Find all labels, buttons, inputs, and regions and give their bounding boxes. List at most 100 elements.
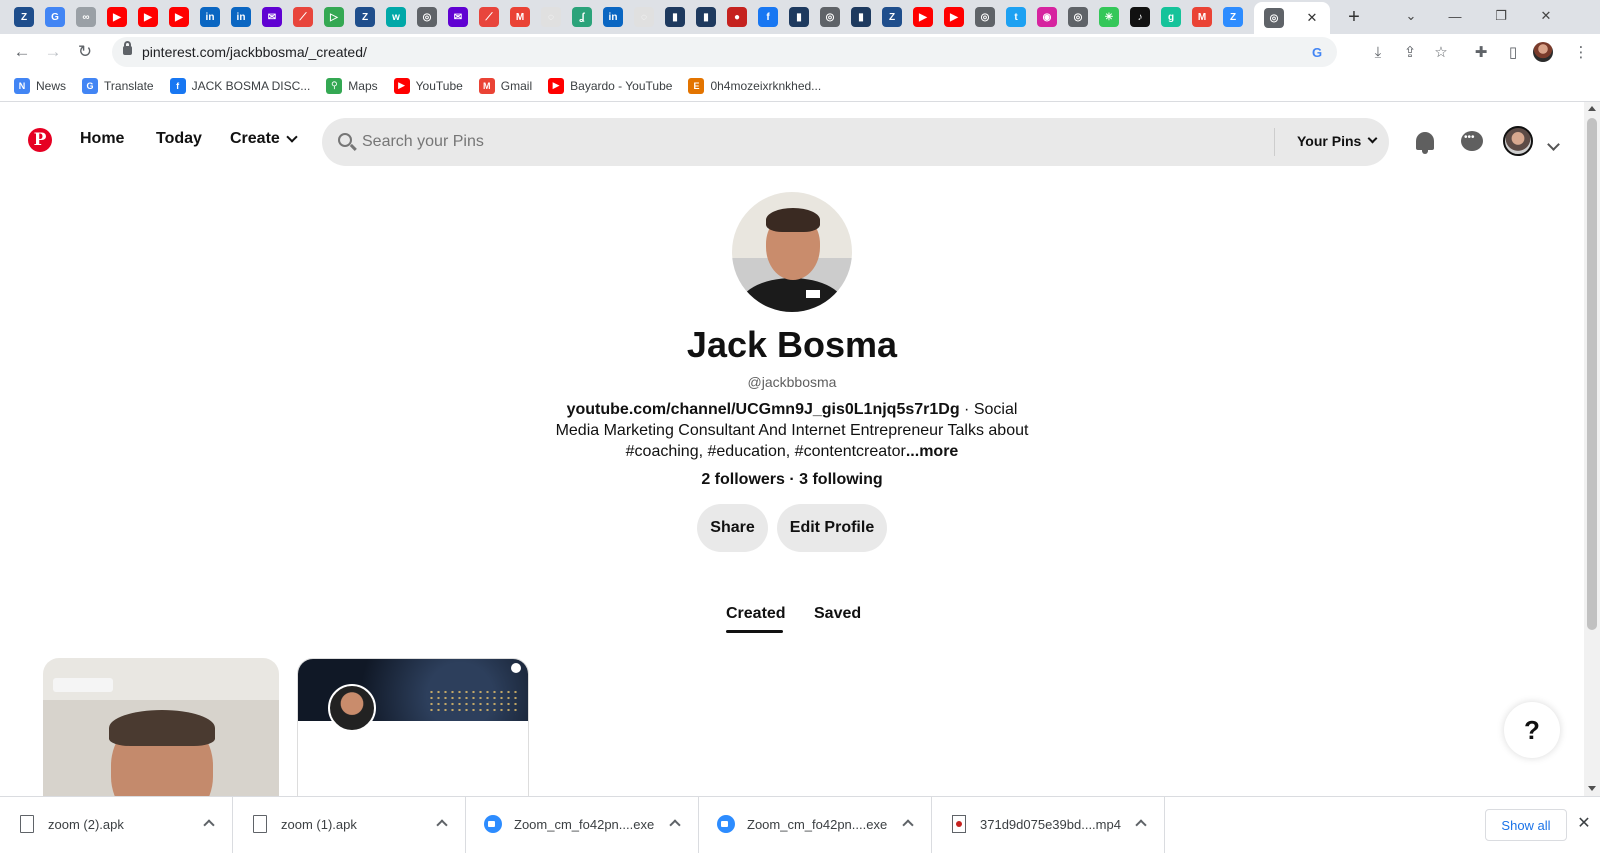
gmail-tab-icon[interactable]: M <box>510 7 530 27</box>
nav-today[interactable]: Today <box>156 130 202 148</box>
bookmark-item[interactable]: M Gmail <box>478 77 532 94</box>
extensions-puzzle-icon[interactable]: ✚ <box>1470 41 1492 63</box>
zoom-meeting-tab-icon[interactable]: Z <box>355 7 375 27</box>
restore-button[interactable]: ❐ <box>1488 4 1514 28</box>
download-item[interactable]: 371d9d075e39bd....mp4 <box>932 797 1165 853</box>
messages-icon[interactable] <box>1459 128 1485 154</box>
back-button[interactable]: ← <box>10 40 34 64</box>
dark-tab-icon[interactable]: ▮ <box>665 7 685 27</box>
download-item[interactable]: zoom (1).apk <box>233 797 466 853</box>
scroll-thumb[interactable] <box>1587 118 1597 630</box>
minimize-button[interactable]: — <box>1442 4 1468 28</box>
yahoo-mail-tab-icon[interactable]: ✉ <box>262 7 282 27</box>
link-tab-icon[interactable]: ∞ <box>76 7 96 27</box>
dark-tab-icon[interactable]: ▮ <box>696 7 716 27</box>
download-item[interactable]: Zoom_cm_fo42pn....exe <box>466 797 699 853</box>
dark-tab-icon[interactable]: ▮ <box>851 7 871 27</box>
forward-button[interactable]: → <box>41 40 65 64</box>
bookmark-item[interactable]: ▶ Bayardo - YouTube <box>548 77 672 94</box>
url-text[interactable]: pinterest.com/jackbbosma/_created/ <box>142 44 367 60</box>
install-app-icon[interactable]: ⤓ <box>1367 41 1389 63</box>
youtube-tab-icon[interactable]: ▶ <box>138 7 158 27</box>
share-page-icon[interactable]: ⇪ <box>1399 41 1421 63</box>
help-button[interactable]: ? <box>1504 702 1560 758</box>
chrome-tab-icon[interactable]: ◎ <box>417 7 437 27</box>
side-panel-icon[interactable]: ▯ <box>1502 41 1524 63</box>
tiktok-tab-icon[interactable]: ♪ <box>1130 7 1150 27</box>
youtube-tab-icon[interactable]: ▶ <box>944 7 964 27</box>
zoom-meeting-tab-icon[interactable]: Z <box>14 7 34 27</box>
linkedin-tab-icon[interactable]: in <box>200 7 220 27</box>
your-pins-dropdown[interactable]: Your Pins <box>1297 133 1378 149</box>
account-avatar[interactable] <box>1503 126 1533 156</box>
address-bar[interactable]: pinterest.com/jackbbosma/_created/ G <box>112 37 1337 67</box>
chevron-up-icon[interactable] <box>1135 819 1147 831</box>
tab-saved[interactable]: Saved <box>814 605 861 623</box>
grammarly-tab-icon[interactable]: g <box>1161 7 1181 27</box>
star-tab-icon[interactable]: ✳ <box>1099 7 1119 27</box>
chevron-up-icon[interactable] <box>669 819 681 831</box>
active-tab[interactable]: ◎ ✕ <box>1254 2 1330 34</box>
edit-profile-button[interactable]: Edit Profile <box>777 504 887 552</box>
google-tab-icon[interactable]: G <box>45 7 65 27</box>
tab-search-icon[interactable]: ⌄ <box>1398 4 1424 28</box>
tab-created[interactable]: Created <box>726 605 786 623</box>
bookmark-item[interactable]: N News <box>14 77 66 94</box>
record-tab-icon[interactable]: ● <box>727 7 747 27</box>
pinterest-logo-icon[interactable]: P <box>28 128 52 152</box>
nav-home[interactable]: Home <box>80 130 124 148</box>
chevron-up-icon[interactable] <box>203 819 215 831</box>
wattpad-tab-icon[interactable]: w <box>386 7 406 27</box>
twitter-tab-icon[interactable]: t <box>1006 7 1026 27</box>
browser-profile-avatar[interactable] <box>1533 42 1553 62</box>
follow-stats[interactable]: 2 followers · 3 following <box>0 471 1584 489</box>
nav-create[interactable]: Create <box>230 130 298 148</box>
chevron-up-icon[interactable] <box>902 819 914 831</box>
play-tab-icon[interactable]: ▷ <box>324 7 344 27</box>
dark-tab-icon[interactable]: ▮ <box>789 7 809 27</box>
youtube-tab-icon[interactable]: ▶ <box>169 7 189 27</box>
page-scrollbar[interactable] <box>1584 102 1600 796</box>
download-item[interactable]: Zoom_cm_fo42pn....exe <box>699 797 932 853</box>
facebook-tab-icon[interactable]: f <box>758 7 778 27</box>
search-bar[interactable]: Your Pins <box>322 118 1389 166</box>
blank-tab-icon[interactable]: ◌ <box>634 7 654 27</box>
close-shelf-icon[interactable]: ✕ <box>1574 813 1594 833</box>
bookmark-star-icon[interactable]: ☆ <box>1430 41 1452 63</box>
scroll-down-arrow-icon[interactable] <box>1588 786 1596 791</box>
stumble-tab-icon[interactable]: ʆ <box>572 7 592 27</box>
scroll-up-arrow-icon[interactable] <box>1588 106 1596 111</box>
instagram-tab-icon[interactable]: ◉ <box>1037 7 1057 27</box>
share-button[interactable]: Share <box>697 504 768 552</box>
google-lens-icon[interactable]: G <box>1307 42 1327 62</box>
close-tab-icon[interactable]: ✕ <box>1302 8 1322 28</box>
notifications-bell-icon[interactable] <box>1412 128 1438 154</box>
zoom-meeting-tab-icon[interactable]: Z <box>882 7 902 27</box>
blank-tab-icon[interactable]: ◌ <box>541 7 561 27</box>
bookmark-item[interactable]: f JACK BOSMA DISC... <box>169 77 310 94</box>
bio-more-link[interactable]: ...more <box>906 443 958 460</box>
chrome-tab-icon[interactable]: ◎ <box>820 7 840 27</box>
yahoo-mail-tab-icon[interactable]: ✉ <box>448 7 468 27</box>
chrome-tab-icon[interactable]: ◎ <box>1068 7 1088 27</box>
zoom-tab-icon[interactable]: Z <box>1223 7 1243 27</box>
download-item[interactable]: zoom (2).apk <box>0 797 233 853</box>
reload-button[interactable]: ↻ <box>73 40 97 64</box>
bookmark-item[interactable]: G Translate <box>82 77 154 94</box>
pin-card[interactable] <box>43 658 279 796</box>
bookmark-item[interactable]: E 0h4mozeixrknkhed... <box>688 77 821 94</box>
lock-icon[interactable] <box>123 41 132 55</box>
new-tab-button[interactable]: + <box>1343 6 1365 28</box>
linkedin-tab-icon[interactable]: in <box>603 7 623 27</box>
browser-menu-icon[interactable]: ⋮ <box>1570 41 1592 63</box>
pin-card[interactable] <box>297 658 529 796</box>
show-all-button[interactable]: Show all <box>1485 809 1567 841</box>
chevron-up-icon[interactable] <box>436 819 448 831</box>
chrome-tab-icon[interactable]: ◎ <box>975 7 995 27</box>
app-tab-icon[interactable]: ⟋ <box>479 7 499 27</box>
youtube-tab-icon[interactable]: ▶ <box>913 7 933 27</box>
app-tab-icon[interactable]: ⟋ <box>293 7 313 27</box>
account-menu-chevron-icon[interactable] <box>1547 136 1560 154</box>
close-window-button[interactable]: ✕ <box>1533 4 1559 28</box>
search-input[interactable] <box>362 118 1242 166</box>
